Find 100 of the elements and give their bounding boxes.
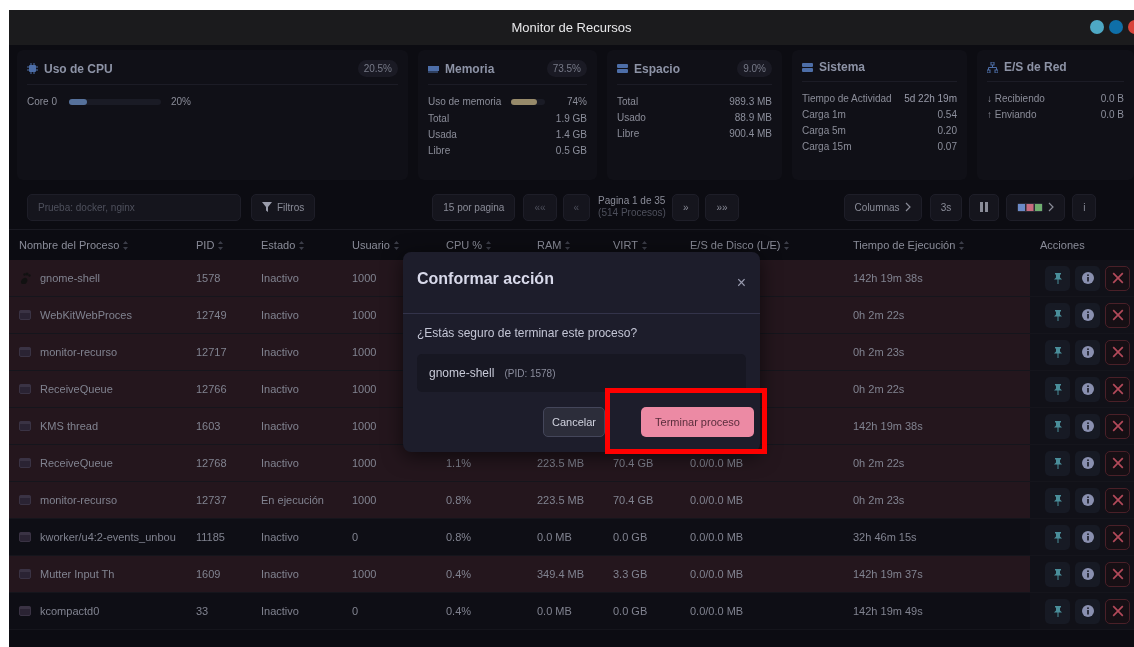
disk-io-cell: 0.0/0.0 MB — [690, 457, 744, 469]
pid-cell: 12768 — [196, 457, 227, 469]
bar-label: Uso de memoria — [428, 96, 502, 107]
runtime-cell: 0h 2m 22s — [853, 309, 905, 321]
runtime-cell: 142h 19m 38s — [853, 272, 923, 284]
status-cell: Inactivo — [261, 346, 299, 358]
runtime-cell: 142h 19m 38s — [853, 420, 923, 432]
status-cell: Inactivo — [261, 309, 299, 321]
disk-io-cell: 0.0/0.0 MB — [690, 531, 744, 543]
pid-cell: 1609 — [196, 568, 221, 580]
stat-label: Carga 15m — [802, 140, 852, 152]
status-cell: Inactivo — [261, 420, 299, 432]
pid-cell: 11185 — [196, 531, 225, 543]
stat-value: 0.20 — [937, 124, 957, 136]
disk-io-cell: 0.0/0.0 MB — [690, 568, 744, 580]
status-cell: Inactivo — [261, 531, 299, 543]
stat-label: Tiempo de Actividad — [802, 92, 892, 104]
virt-cell: 3.3 GB — [613, 568, 648, 580]
runtime-cell: 142h 19m 37s — [853, 568, 923, 580]
page-indicator: Pagina 1 de 35 — [598, 195, 666, 207]
process-name: gnome-shell — [40, 272, 100, 284]
user-cell: 0 — [352, 605, 359, 617]
ram-cell: 0.0 MB — [537, 531, 572, 543]
runtime-cell: 0h 2m 23s — [853, 346, 905, 358]
stat-value: 0.07 — [937, 140, 957, 152]
stat-label: Usado — [617, 111, 646, 123]
stat-value: 900.4 MB — [729, 127, 772, 139]
stat-label: Total — [428, 112, 450, 124]
user-cell: 1000 — [352, 420, 377, 432]
pid-cell: 33 — [196, 605, 209, 617]
stat-value: 989.3 MB — [729, 95, 772, 107]
status-cell: Inactivo — [261, 272, 299, 284]
pid-cell: 12749 — [196, 309, 227, 321]
pid-cell: 1578 — [196, 272, 221, 284]
stat-value: 5d 22h 19m — [904, 92, 957, 104]
stat-label: Carga 1m — [802, 108, 846, 120]
stat-label: Libre — [617, 127, 640, 139]
window-title: Monitor de Recursos — [511, 20, 632, 35]
virt-cell: 70.4 GB — [613, 494, 654, 506]
percent-badge: 20.5% — [357, 60, 398, 77]
process-name: KMS thread — [40, 420, 99, 432]
process-name: Mutter Input Th — [40, 568, 115, 580]
pid-cell: 1603 — [196, 420, 221, 432]
ram-cell: 223.5 MB — [537, 494, 585, 506]
status-cell: Inactivo — [261, 457, 299, 469]
cpu-cell: 0.8% — [446, 494, 472, 506]
stat-value: 0.54 — [937, 108, 957, 120]
process-name: kworker/u4:2-events_unbou — [40, 531, 176, 543]
runtime-cell: 142h 19m 49s — [853, 605, 923, 617]
pid-cell: 12717 — [196, 346, 227, 358]
dialog-title: Conformar acción — [417, 270, 554, 288]
stat-label: Libre — [428, 144, 451, 156]
stat-value: 0.5 GB — [555, 144, 587, 156]
user-cell: 1000 — [352, 568, 377, 580]
status-cell: Inactivo — [261, 383, 299, 395]
user-cell: 1000 — [352, 346, 377, 358]
ram-cell: 223.5 MB — [537, 457, 585, 469]
process-name: kcompactd0 — [40, 605, 100, 617]
stat-value: 0.0 B — [1100, 108, 1124, 120]
disk-io-cell: 0.0/0.0 MB — [690, 494, 744, 506]
bar-label: Core 0 — [27, 96, 58, 107]
virt-cell: 0.0 GB — [613, 605, 648, 617]
user-cell: 1000 — [352, 309, 377, 321]
percent-badge: 73.5% — [546, 60, 587, 77]
stat-label: Usada — [428, 128, 457, 140]
pid-cell: 12766 — [196, 383, 227, 395]
card-title: Sistema — [819, 60, 867, 74]
cpu-cell: 0.4% — [446, 605, 472, 617]
stat-label: ↓ Recibiendo — [987, 92, 1045, 104]
runtime-cell: 0h 2m 22s — [853, 457, 905, 469]
runtime-cell: 0h 2m 22s — [853, 383, 905, 395]
process-name: ReceiveQueue — [40, 457, 113, 469]
card-title: Memoria — [445, 61, 496, 76]
process-name: monitor-recurso — [40, 346, 118, 358]
stat-label: Carga 5m — [802, 124, 846, 136]
cpu-cell: 0.4% — [446, 568, 472, 580]
user-cell: 1000 — [352, 494, 377, 506]
process-pid: (PID: 1578) — [504, 367, 556, 379]
user-cell: 0 — [352, 531, 359, 543]
disk-io-cell: 0.0/0.0 MB — [690, 605, 744, 617]
stat-label: Total — [617, 95, 639, 107]
runtime-cell: 32h 46m 15s — [853, 531, 917, 543]
status-cell: Inactivo — [261, 568, 299, 580]
process-count: (514 Procesos) — [598, 207, 666, 219]
user-cell: 1000 — [352, 457, 377, 469]
cpu-cell: 0.8% — [446, 531, 472, 543]
pid-cell: 12737 — [196, 494, 227, 506]
card-title: Uso de CPU — [44, 61, 114, 76]
percent-badge: 9.0% — [737, 60, 772, 77]
bar-reading: 20% — [171, 96, 191, 107]
dialog-message: ¿Estás seguro de terminar este proceso? — [416, 325, 639, 340]
stat-value: 88.9 MB — [734, 111, 772, 123]
runtime-cell: 0h 2m 23s — [853, 494, 905, 506]
stat-value: 1.9 GB — [555, 112, 587, 124]
user-cell: 1000 — [352, 272, 377, 284]
process-name: ReceiveQueue — [40, 383, 113, 395]
stat-value: 1.4 GB — [555, 128, 587, 140]
user-cell: 1000 — [352, 383, 377, 395]
virt-cell: 70.4 GB — [613, 457, 654, 469]
card-title: Espacio — [634, 61, 682, 76]
